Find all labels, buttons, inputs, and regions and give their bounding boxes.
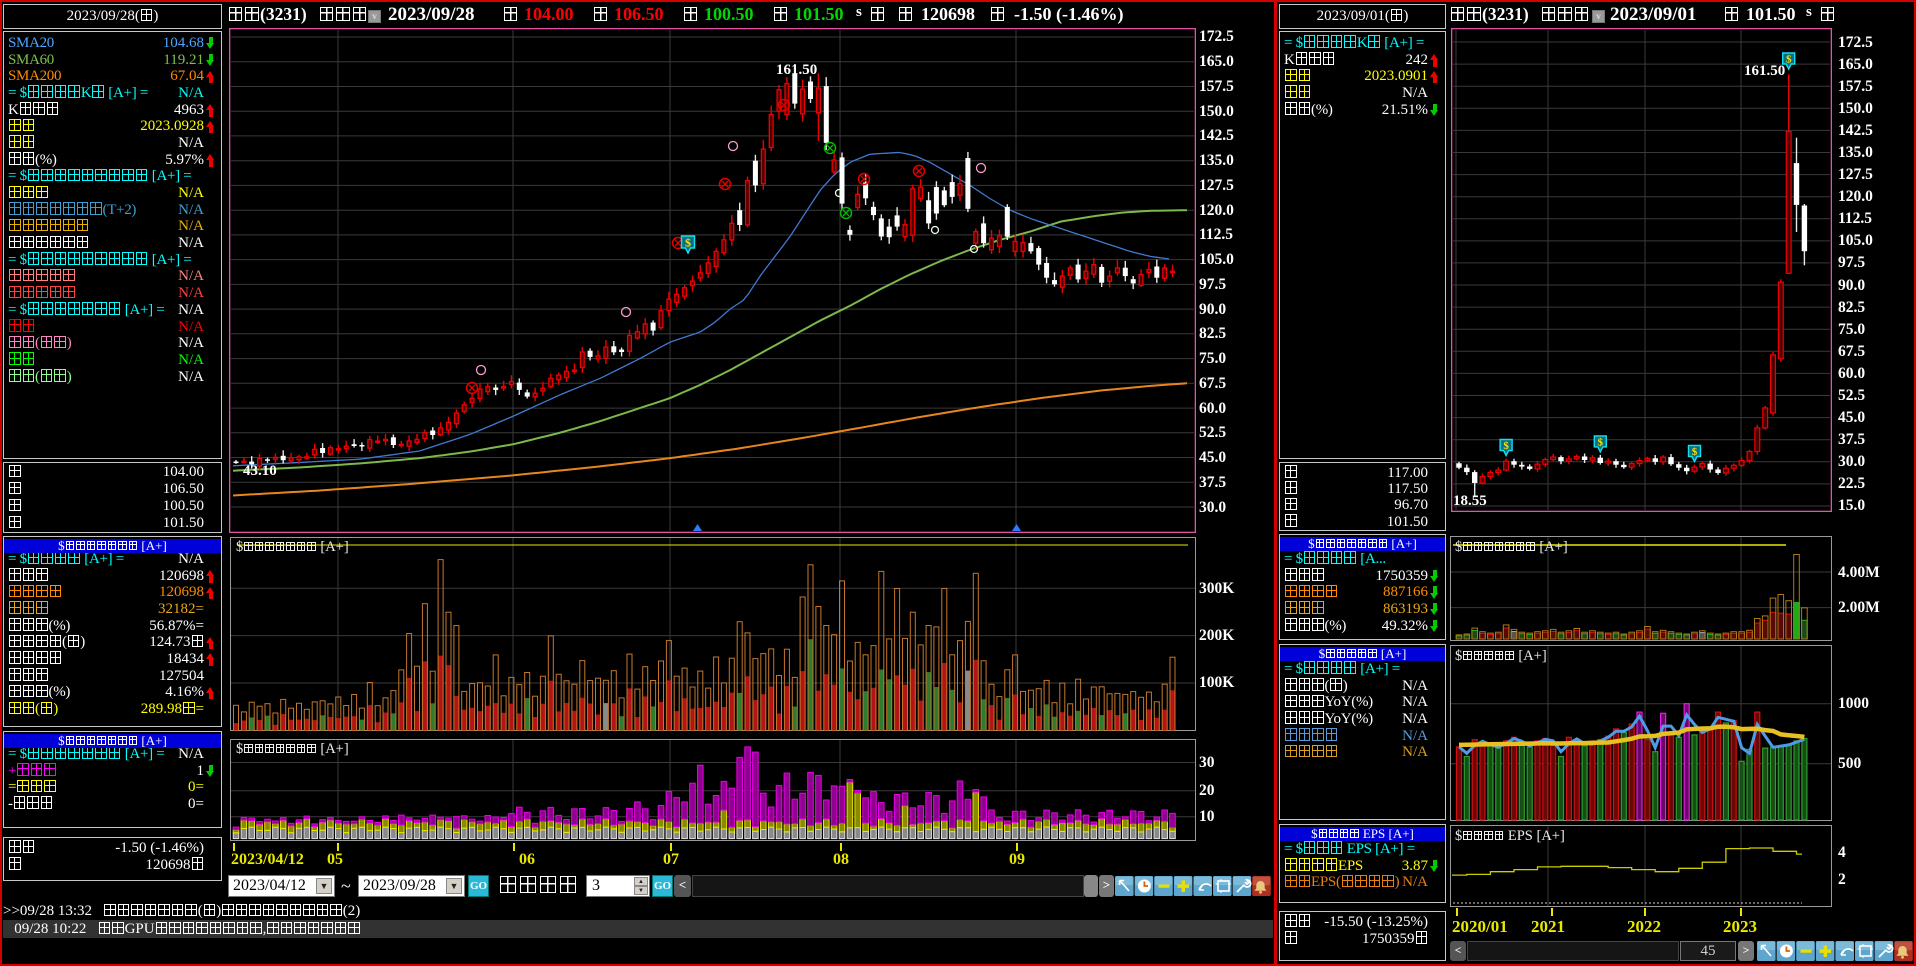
svg-text:$: $ xyxy=(1598,436,1604,448)
svg-text:161.50: 161.50 xyxy=(1744,63,1785,79)
svg-text:18.55: 18.55 xyxy=(1453,493,1487,509)
svg-text:$: $ xyxy=(1786,54,1792,66)
svg-text:43.10: 43.10 xyxy=(243,463,277,479)
svg-text:$: $ xyxy=(1503,440,1509,452)
svg-text:$: $ xyxy=(685,236,691,250)
svg-text:$: $ xyxy=(1692,446,1698,458)
svg-text:161.50: 161.50 xyxy=(776,62,817,78)
